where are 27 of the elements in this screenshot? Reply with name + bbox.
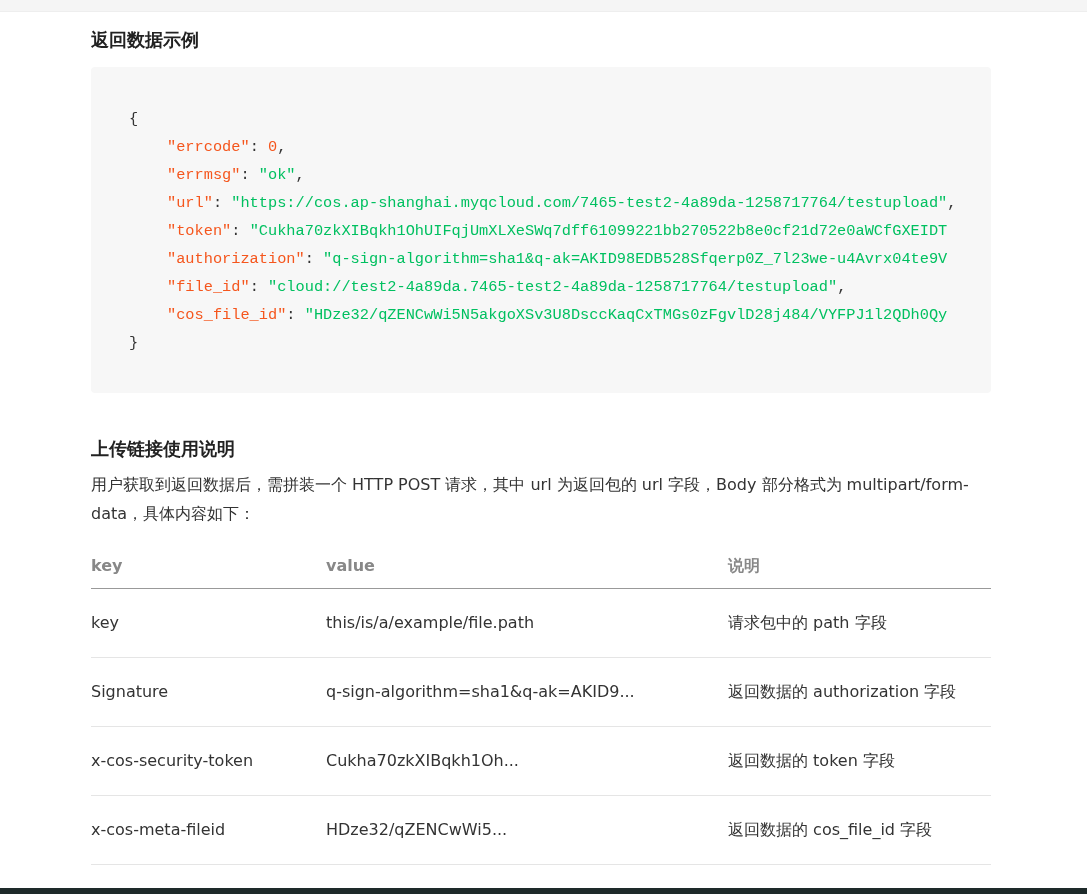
table-cell: Cukha70zkXIBqkh1Oh... — [326, 751, 519, 770]
description-text: 用户获取到返回数据后，需拼装一个 HTTP POST 请求，其中 url 为返回包的 url 字段，Body 部分格式为 multipart/form-data，具体内容如下： — [91, 474, 970, 525]
table-cell: HDze32/qZENCwWi5... — [326, 820, 508, 839]
code-line: "token": "Cukha70zkXIBqkh1OhUIFqjUmXLXeSWq7dff61099221bb270522b8e0cf21d72e0aWCfGXEIDT — [167, 221, 948, 242]
code-line: "file_id": "cloud://test2-4a89da.7465-test2-4a89da-1258717764/testupload", — [167, 277, 847, 298]
table-cell: 返回数据的 cos_file_id 字段 — [728, 820, 933, 839]
section-heading: 上传链接使用说明 — [91, 437, 236, 461]
table-cell: 返回数据的 authorization 字段 — [728, 682, 957, 701]
column-header-text: 说明 — [728, 556, 760, 575]
table-cell: x-cos-security-token — [91, 751, 254, 770]
code-line: "url": "https://cos.ap-shanghai.myqcloud.com/7465-test2-4a89da-1258717764/testupload", — [167, 193, 957, 214]
table-cell: Signature — [91, 682, 169, 701]
code-line: "errcode": 0, — [167, 137, 287, 158]
table-cell: x-cos-meta-fileid — [91, 820, 226, 839]
table-cell: key — [91, 613, 119, 632]
code-line: { — [129, 109, 139, 130]
table-cell: 返回数据的 token 字段 — [728, 751, 895, 770]
table-cell: 请求包中的 path 字段 — [728, 613, 887, 632]
column-header-text: key — [91, 556, 123, 575]
column-header-text: value — [326, 556, 375, 575]
code-line: "errmsg": "ok", — [167, 165, 305, 186]
table-cell: q-sign-algorithm=sha1&q-ak=AKID9... — [326, 682, 635, 701]
code-line: "cos_file_id": "HDze32/qZENCwWi5N5akgoXSv3U8DsccKaqCxTMGs0zFgvlD28j484/VYFPJ1l2QDh0Qy — [167, 305, 948, 326]
table-cell: this/is/a/example/file.path — [326, 613, 535, 632]
section-heading: 返回数据示例 — [91, 28, 200, 52]
code-line: "authorization": "q-sign-algorithm=sha1&q-ak=AKID98EDB528Sfqerp0Z_7l23we-u4Avrx04te9V — [167, 249, 948, 270]
code-line: } — [129, 333, 139, 354]
